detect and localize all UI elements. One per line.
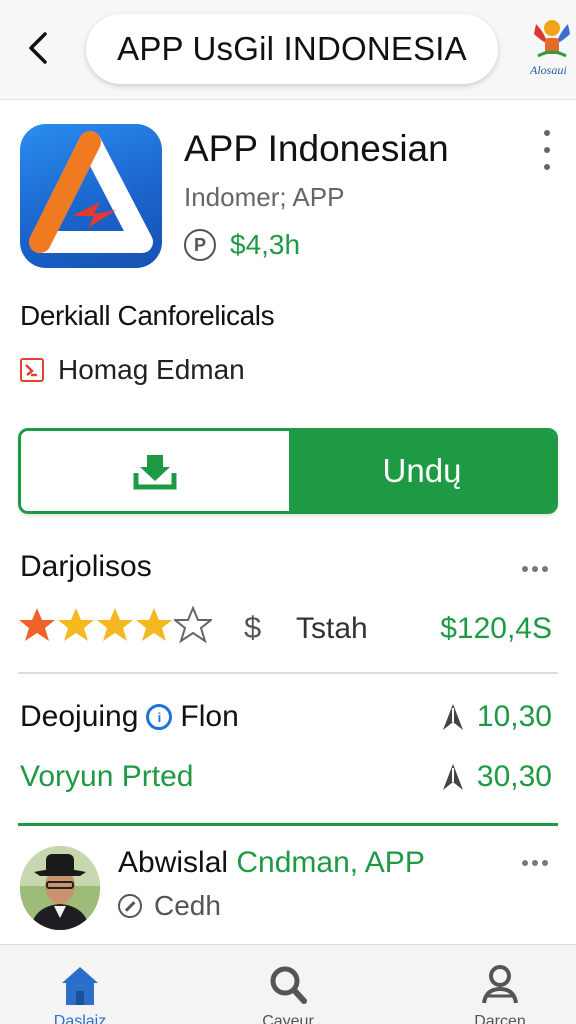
app-name: APP Indonesian xyxy=(184,128,449,169)
star-rating xyxy=(18,606,213,644)
stat-value: 30,30 xyxy=(441,760,552,794)
nav-label: Cayeur xyxy=(262,1013,314,1024)
brand-emblem-icon xyxy=(534,20,570,58)
stat-label-text: Voryun Prted xyxy=(20,760,194,793)
speed-arrow-icon xyxy=(442,764,463,790)
nav-item-home[interactable]: Daslaiz xyxy=(20,945,140,1024)
nav-item-search[interactable]: Cayeur xyxy=(228,945,348,1024)
profile-icon xyxy=(482,965,518,1004)
stat-value: 10,30 xyxy=(441,700,552,734)
divider xyxy=(18,823,558,826)
dot-icon xyxy=(522,566,528,572)
review-more-button[interactable] xyxy=(522,860,548,866)
speed-arrow-icon xyxy=(442,704,463,730)
author-row[interactable]: Homag Edman xyxy=(20,352,245,388)
divider xyxy=(18,672,558,674)
author-name: Homag Edman xyxy=(58,354,245,385)
more-options-button[interactable] xyxy=(536,130,558,170)
app-icon xyxy=(20,124,162,268)
currency-icon: $ xyxy=(244,610,262,645)
dot-icon xyxy=(542,566,548,572)
home-icon xyxy=(62,967,98,1005)
app-bar: APP UsGil INDONESIA Alosaui xyxy=(0,0,576,100)
back-arrow-icon xyxy=(29,32,47,64)
dot-icon xyxy=(532,860,538,866)
page-title: APP UsGil INDONESIA xyxy=(86,14,498,84)
dot-icon xyxy=(522,860,528,866)
ratings-more-button[interactable] xyxy=(522,566,548,572)
download-icon xyxy=(133,455,177,490)
dot-icon xyxy=(542,860,548,866)
star-filled-icon xyxy=(19,608,55,641)
dot-icon xyxy=(544,147,550,153)
stat-value-text: 10,30 xyxy=(476,700,552,733)
nav-item-profile[interactable]: Darcen xyxy=(440,945,560,1024)
price-badge-icon: P xyxy=(184,229,216,261)
nav-label: Daslaiz xyxy=(53,1013,107,1024)
clock-icon xyxy=(118,894,142,918)
stat-row: Voryun Prted 30,30 xyxy=(20,756,556,800)
brand-logo: Alosaui xyxy=(526,14,576,80)
search-icon xyxy=(270,966,307,1004)
rating-amount: $120,4S xyxy=(440,612,552,645)
price-row: P $4,3h xyxy=(184,226,300,264)
stat-value-text: 30,30 xyxy=(476,760,552,793)
star-filled-icon xyxy=(136,608,172,641)
review-meta-text: Cedh xyxy=(154,890,221,921)
info-circle-icon: i xyxy=(146,704,173,730)
app-logo-icon xyxy=(29,131,153,253)
rating-label: Tstah xyxy=(296,612,368,645)
stat-label-suffix: Flon xyxy=(180,700,239,733)
download-button[interactable] xyxy=(21,431,289,511)
star-filled-icon xyxy=(58,608,94,641)
rating-row: $ Tstah $120,4S xyxy=(18,606,558,650)
avatar xyxy=(20,846,100,930)
back-button[interactable] xyxy=(18,26,58,70)
app-price: $4,3h xyxy=(230,229,301,260)
install-button[interactable]: Undų xyxy=(289,431,555,511)
stat-label: Deojuing i Flon xyxy=(20,700,239,734)
reviewer-name: Abwislal xyxy=(118,846,229,879)
app-category: Derkiall Canforelicals xyxy=(20,300,275,331)
review-meta: Cedh xyxy=(118,890,221,922)
stat-label: Voryun Prted xyxy=(20,760,193,794)
dot-icon xyxy=(544,130,550,136)
action-bar: Undų xyxy=(18,428,558,514)
checkbox-icon xyxy=(20,358,44,382)
ratings-section-title: Darjolisos xyxy=(20,550,152,583)
bottom-navigation: Daslaiz Cayeur Darcen xyxy=(0,944,576,1024)
dot-icon xyxy=(532,566,538,572)
brand-logo-text: Alosaui xyxy=(530,63,567,77)
app-developer: Indomer; APP xyxy=(184,182,345,212)
nav-label: Darcen xyxy=(474,1013,526,1024)
dot-icon xyxy=(544,164,550,170)
reviewer-organization: Cndman, APP xyxy=(236,846,425,879)
star-empty-icon xyxy=(174,606,212,644)
stat-row: Deojuing i Flon 10,30 xyxy=(20,696,556,740)
star-filled-icon xyxy=(97,608,133,641)
stat-label-text: Deojuing xyxy=(20,700,139,733)
review-item[interactable]: Abwislal Cndman, APP Cedh xyxy=(20,842,556,932)
reviewer-line: Abwislal Cndman, APP xyxy=(118,846,425,880)
